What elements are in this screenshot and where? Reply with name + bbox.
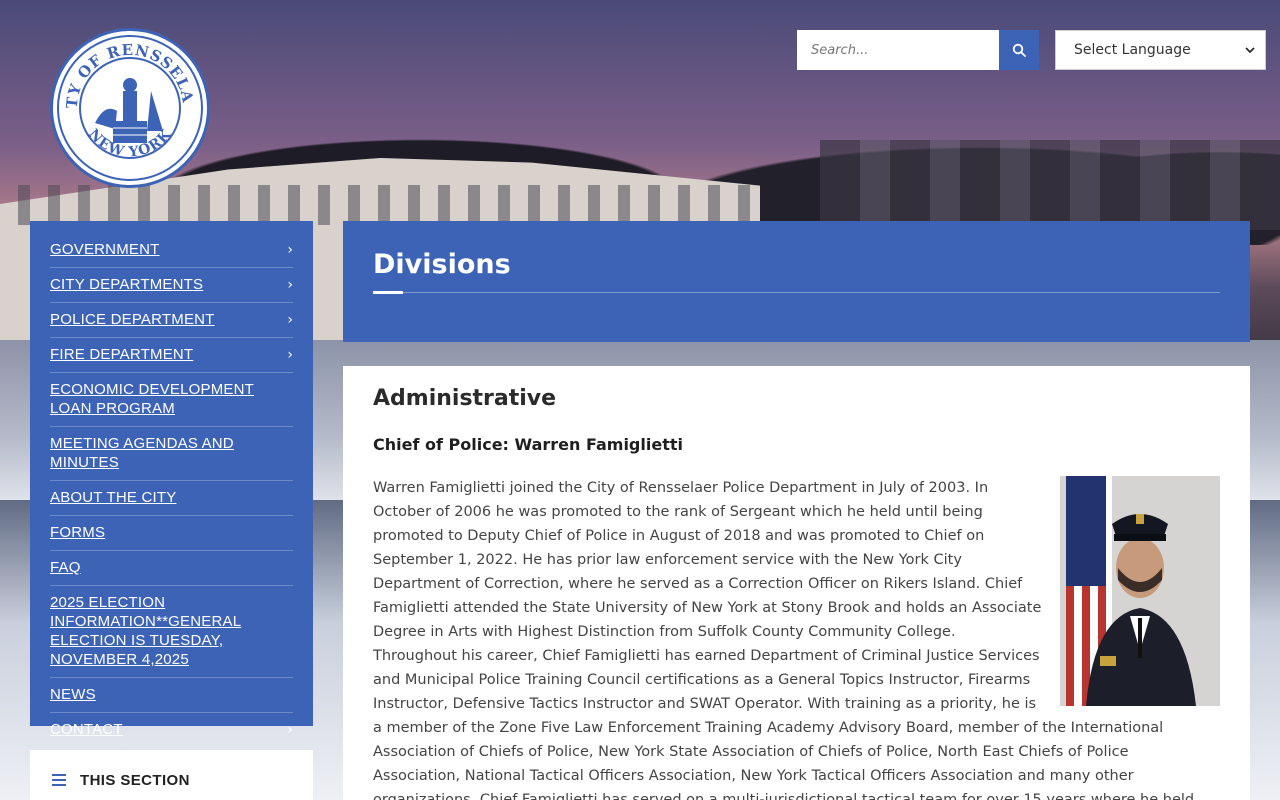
chevron-right-icon[interactable]: › bbox=[287, 312, 293, 328]
portrait-graphic bbox=[1060, 476, 1220, 706]
sidebar-item-contact[interactable]: CONTACT › bbox=[50, 713, 293, 747]
menu-icon bbox=[52, 774, 66, 786]
sidebar-item-faq[interactable]: FAQ bbox=[50, 551, 293, 586]
sidebar-item-label[interactable]: CONTACT bbox=[50, 720, 123, 739]
sidebar-item-about-city[interactable]: ABOUT THE CITY bbox=[50, 481, 293, 516]
sidebar-item-fire-department[interactable]: FIRE DEPARTMENT › bbox=[50, 338, 293, 373]
section-heading: Administrative bbox=[373, 386, 557, 411]
sidebar-item-meeting-agendas[interactable]: MEETING AGENDAS AND MINUTES bbox=[50, 427, 293, 481]
chief-portrait-photo bbox=[1060, 476, 1220, 706]
building-windows bbox=[0, 185, 760, 225]
sidebar-item-label[interactable]: MEETING AGENDAS AND MINUTES bbox=[50, 434, 293, 472]
city-seal-logo[interactable]: CITY OF RENSSELAER NEW YORK bbox=[50, 28, 210, 188]
chevron-right-icon[interactable]: › bbox=[287, 347, 293, 363]
title-divider bbox=[373, 291, 1220, 294]
this-section-label: THIS SECTION bbox=[80, 771, 190, 789]
search-input[interactable] bbox=[797, 30, 999, 70]
sidebar-item-label[interactable]: ECONOMIC DEVELOPMENT LOAN PROGRAM bbox=[50, 380, 293, 418]
sidebar-item-city-departments[interactable]: CITY DEPARTMENTS › bbox=[50, 268, 293, 303]
sidebar-item-label[interactable]: GOVERNMENT bbox=[50, 240, 160, 259]
sidebar-item-election-info[interactable]: 2025 ELECTION INFORMATION**GENERAL ELECT… bbox=[50, 586, 293, 678]
sidebar-item-government[interactable]: GOVERNMENT › bbox=[50, 233, 293, 268]
search-icon bbox=[1012, 43, 1026, 57]
sidebar-item-label[interactable]: CITY DEPARTMENTS bbox=[50, 275, 203, 294]
sidebar-item-label[interactable]: POLICE DEPARTMENT bbox=[50, 310, 215, 329]
sidebar-item-label[interactable]: FAQ bbox=[50, 558, 81, 577]
seal-graphic: CITY OF RENSSELAER NEW YORK bbox=[55, 33, 203, 181]
content-card: Administrative Chief of Police: Warren F… bbox=[343, 366, 1250, 800]
sidebar-item-label[interactable]: FIRE DEPARTMENT bbox=[50, 345, 193, 364]
search-button[interactable] bbox=[999, 30, 1039, 70]
sidebar-item-news[interactable]: NEWS bbox=[50, 678, 293, 713]
sidebar-item-police-department[interactable]: POLICE DEPARTMENT › bbox=[50, 303, 293, 338]
sidebar-item-forms[interactable]: FORMS bbox=[50, 516, 293, 551]
chevron-down-icon bbox=[1245, 47, 1255, 54]
search-bar bbox=[797, 30, 1039, 70]
chief-name-line: Chief of Police: Warren Famiglietti bbox=[373, 435, 683, 454]
sidebar-item-label[interactable]: NEWS bbox=[50, 685, 96, 704]
chief-bio: Warren Famiglietti joined the City of Re… bbox=[373, 476, 1220, 800]
sidebar-item-label[interactable]: ABOUT THE CITY bbox=[50, 488, 176, 507]
page-title-banner: Divisions bbox=[343, 221, 1250, 342]
page-title: Divisions bbox=[373, 249, 511, 280]
chevron-right-icon[interactable]: › bbox=[287, 277, 293, 293]
chevron-right-icon[interactable]: › bbox=[287, 722, 293, 738]
sidebar-item-economic-development[interactable]: ECONOMIC DEVELOPMENT LOAN PROGRAM bbox=[50, 373, 293, 427]
this-section-toggle[interactable]: THIS SECTION bbox=[30, 750, 313, 800]
language-select[interactable]: Select Language bbox=[1055, 30, 1266, 70]
sidebar-item-label[interactable]: 2025 ELECTION INFORMATION**GENERAL ELECT… bbox=[50, 593, 293, 669]
sidebar-item-label[interactable]: FORMS bbox=[50, 523, 105, 542]
sidebar-nav: GOVERNMENT › CITY DEPARTMENTS › POLICE D… bbox=[30, 221, 313, 738]
language-select-value: Select Language bbox=[1074, 42, 1191, 58]
chevron-right-icon[interactable]: › bbox=[287, 242, 293, 258]
hillside-houses bbox=[820, 140, 1280, 230]
